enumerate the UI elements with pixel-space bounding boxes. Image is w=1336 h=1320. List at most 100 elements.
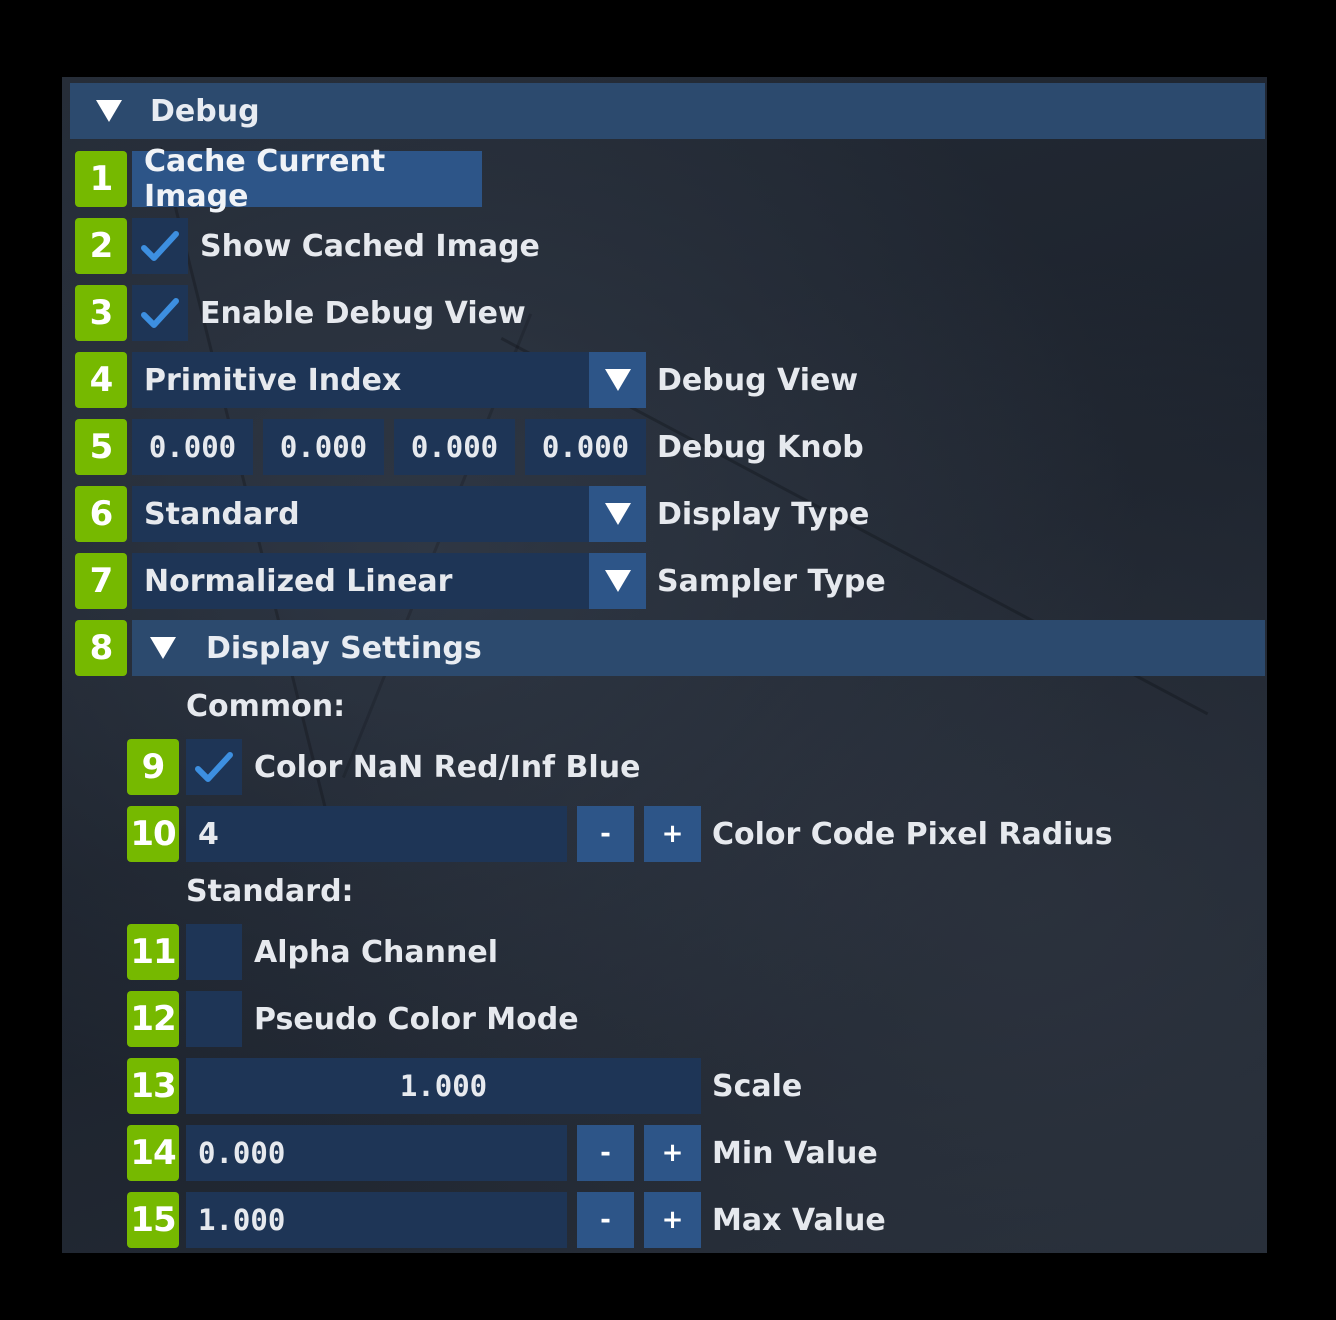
debug-section-header[interactable]: Debug bbox=[70, 83, 1265, 139]
badge-9: 9 bbox=[127, 739, 179, 795]
debug-knob-w-value: 0.000 bbox=[541, 430, 630, 464]
alpha-channel-checkbox[interactable] bbox=[186, 924, 242, 980]
pseudo-color-checkbox[interactable] bbox=[186, 991, 242, 1047]
debug-knob-z-input[interactable]: 0.000 bbox=[394, 419, 515, 475]
display-type-label: Display Type bbox=[657, 496, 870, 532]
max-value-increment-button[interactable]: + bbox=[644, 1192, 701, 1248]
badge-4: 4 bbox=[75, 352, 127, 408]
debug-knob-x-value: 0.000 bbox=[148, 430, 237, 464]
badge-15: 15 bbox=[127, 1192, 179, 1248]
minus-icon: - bbox=[600, 1138, 611, 1168]
sampler-type-label: Sampler Type bbox=[657, 563, 886, 599]
chevron-down-icon bbox=[604, 503, 631, 525]
badge-12: 12 bbox=[127, 991, 179, 1047]
chevron-down-icon bbox=[604, 570, 631, 592]
checkmark-icon bbox=[141, 298, 179, 328]
collapse-triangle-icon bbox=[96, 100, 122, 122]
sampler-type-value: Normalized Linear bbox=[144, 563, 453, 599]
badge-2: 2 bbox=[75, 218, 127, 274]
scale-label: Scale bbox=[712, 1068, 803, 1104]
badge-10: 10 bbox=[127, 806, 179, 862]
badge-1: 1 bbox=[75, 151, 127, 207]
checkmark-icon bbox=[195, 752, 233, 782]
debug-knob-label: Debug Knob bbox=[657, 429, 864, 465]
max-value-decrement-button[interactable]: - bbox=[577, 1192, 634, 1248]
badge-14: 14 bbox=[127, 1125, 179, 1181]
max-value-label: Max Value bbox=[712, 1202, 886, 1238]
alpha-channel-label: Alpha Channel bbox=[254, 934, 498, 970]
minus-icon: - bbox=[600, 819, 611, 849]
pseudo-color-row: Pseudo Color Mode bbox=[186, 991, 579, 1047]
display-settings-title: Display Settings bbox=[206, 630, 482, 666]
cache-current-image-button[interactable]: Cache Current Image bbox=[132, 144, 482, 214]
min-value-decrement-button[interactable]: - bbox=[577, 1125, 634, 1181]
display-type-dropdown-button[interactable] bbox=[589, 486, 646, 542]
debug-view-combo[interactable]: Primitive Index bbox=[132, 352, 589, 408]
chevron-down-icon bbox=[604, 369, 631, 391]
debug-view-value: Primitive Index bbox=[144, 362, 402, 398]
badge-5: 5 bbox=[75, 419, 127, 475]
alpha-channel-row: Alpha Channel bbox=[186, 924, 498, 980]
display-type-value: Standard bbox=[144, 496, 300, 532]
show-cached-image-checkbox[interactable] bbox=[132, 218, 188, 274]
min-value-label: Min Value bbox=[712, 1135, 878, 1171]
plus-icon: + bbox=[661, 1205, 684, 1235]
min-value-row: 0.000 - + Min Value bbox=[186, 1125, 878, 1181]
min-value-value: 0.000 bbox=[198, 1136, 286, 1170]
minus-icon: - bbox=[600, 1205, 611, 1235]
debug-panel: Debug 1 2 3 4 5 6 7 8 9 10 11 12 13 14 1… bbox=[62, 77, 1267, 1253]
debug-knob-z-value: 0.000 bbox=[410, 430, 499, 464]
min-value-input[interactable]: 0.000 bbox=[186, 1125, 567, 1181]
display-settings-header[interactable]: Display Settings bbox=[132, 620, 1265, 676]
sampler-type-combo[interactable]: Normalized Linear bbox=[132, 553, 589, 609]
pixel-radius-value: 4 bbox=[198, 816, 219, 852]
color-nan-label: Color NaN Red/Inf Blue bbox=[254, 749, 641, 785]
debug-view-dropdown-button[interactable] bbox=[589, 352, 646, 408]
debug-knob-y-value: 0.000 bbox=[279, 430, 368, 464]
badge-7: 7 bbox=[75, 553, 127, 609]
collapse-triangle-icon bbox=[150, 637, 176, 659]
enable-debug-view-row: Enable Debug View bbox=[132, 285, 526, 341]
debug-view-row: Primitive Index Debug View bbox=[132, 352, 858, 408]
debug-knob-x-input[interactable]: 0.000 bbox=[132, 419, 253, 475]
debug-section-title: Debug bbox=[150, 93, 260, 129]
pixel-radius-increment-button[interactable]: + bbox=[644, 806, 701, 862]
scale-slider[interactable]: 1.000 bbox=[186, 1058, 701, 1114]
scale-value: 1.000 bbox=[399, 1069, 488, 1103]
color-nan-row: Color NaN Red/Inf Blue bbox=[186, 739, 640, 795]
max-value-row: 1.000 - + Max Value bbox=[186, 1192, 886, 1248]
badge-11: 11 bbox=[127, 924, 179, 980]
show-cached-image-label: Show Cached Image bbox=[200, 228, 540, 264]
checkmark-icon bbox=[141, 231, 179, 261]
pixel-radius-input[interactable]: 4 bbox=[186, 806, 567, 862]
pixel-radius-label: Color Code Pixel Radius bbox=[712, 816, 1113, 852]
common-section-label: Common: bbox=[186, 689, 346, 724]
badge-6: 6 bbox=[75, 486, 127, 542]
plus-icon: + bbox=[661, 819, 684, 849]
debug-view-label: Debug View bbox=[657, 362, 859, 398]
scale-row: 1.000 Scale bbox=[186, 1058, 802, 1114]
pixel-radius-row: 4 - + Color Code Pixel Radius bbox=[186, 806, 1113, 862]
color-nan-checkbox[interactable] bbox=[186, 739, 242, 795]
sampler-type-dropdown-button[interactable] bbox=[589, 553, 646, 609]
badge-3: 3 bbox=[75, 285, 127, 341]
debug-knob-y-input[interactable]: 0.000 bbox=[263, 419, 384, 475]
standard-section-label: Standard: bbox=[186, 874, 354, 909]
plus-icon: + bbox=[661, 1138, 684, 1168]
min-value-increment-button[interactable]: + bbox=[644, 1125, 701, 1181]
debug-knob-row: 0.000 0.000 0.000 0.000 Debug Knob bbox=[132, 419, 864, 475]
enable-debug-view-label: Enable Debug View bbox=[200, 295, 526, 331]
sampler-type-row: Normalized Linear Sampler Type bbox=[132, 553, 886, 609]
display-type-combo[interactable]: Standard bbox=[132, 486, 589, 542]
badge-13: 13 bbox=[127, 1058, 179, 1114]
max-value-input[interactable]: 1.000 bbox=[186, 1192, 567, 1248]
pixel-radius-decrement-button[interactable]: - bbox=[577, 806, 634, 862]
enable-debug-view-checkbox[interactable] bbox=[132, 285, 188, 341]
badge-8: 8 bbox=[75, 620, 127, 676]
display-type-row: Standard Display Type bbox=[132, 486, 869, 542]
pseudo-color-label: Pseudo Color Mode bbox=[254, 1001, 579, 1037]
max-value-value: 1.000 bbox=[198, 1203, 286, 1237]
cache-current-image-label: Cache Current Image bbox=[144, 144, 386, 214]
debug-knob-w-input[interactable]: 0.000 bbox=[525, 419, 646, 475]
show-cached-image-row: Show Cached Image bbox=[132, 218, 540, 274]
